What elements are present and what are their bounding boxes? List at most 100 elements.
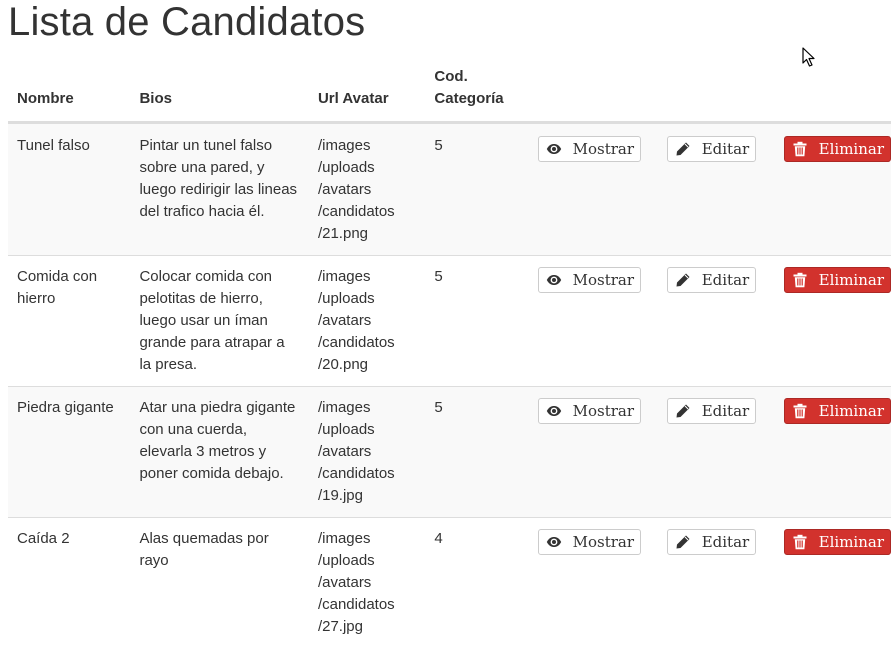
cell-action-show: Mostrar bbox=[520, 518, 649, 648]
header-bios: Bios bbox=[130, 62, 309, 123]
show-button[interactable]: Mostrar bbox=[538, 529, 641, 555]
cell-url-avatar: /images/uploads/avatars/candidatos/27.jp… bbox=[309, 518, 425, 648]
url-avatar-segment: /images bbox=[318, 266, 416, 288]
page-title: Lista de Candidatos bbox=[8, 0, 365, 46]
edit-button[interactable]: Editar bbox=[667, 267, 757, 293]
show-button-label: Mostrar bbox=[573, 400, 634, 422]
delete-button[interactable]: Eliminar bbox=[784, 398, 891, 424]
cell-cod-categoria: 4 bbox=[425, 518, 519, 648]
cell-nombre: Comida con hierro bbox=[8, 256, 130, 387]
trash-icon bbox=[792, 534, 808, 550]
trash-icon bbox=[792, 403, 808, 419]
delete-button-label: Eliminar bbox=[819, 269, 884, 291]
url-avatar-segment: /uploads bbox=[318, 550, 416, 572]
delete-button[interactable]: Eliminar bbox=[784, 267, 891, 293]
show-button-label: Mostrar bbox=[573, 138, 634, 160]
show-button[interactable]: Mostrar bbox=[538, 398, 641, 424]
url-avatar-segment: /uploads bbox=[318, 157, 416, 179]
eye-icon bbox=[546, 141, 562, 157]
delete-button[interactable]: Eliminar bbox=[784, 136, 891, 162]
url-avatar-segment: /candidatos bbox=[318, 594, 416, 616]
pencil-icon bbox=[675, 403, 691, 419]
url-avatar-segment: /candidatos bbox=[318, 201, 416, 223]
show-button[interactable]: Mostrar bbox=[538, 136, 641, 162]
delete-button-label: Eliminar bbox=[819, 400, 884, 422]
header-actions-delete bbox=[766, 62, 891, 123]
cell-action-delete: Eliminar bbox=[766, 387, 891, 518]
url-avatar-segment: /avatars bbox=[318, 179, 416, 201]
cell-nombre: Piedra gigante bbox=[8, 387, 130, 518]
edit-button-label: Editar bbox=[702, 400, 750, 422]
cell-action-edit: Editar bbox=[649, 387, 766, 518]
delete-button-label: Eliminar bbox=[819, 531, 884, 553]
cell-nombre: Caída 2 bbox=[8, 518, 130, 648]
edit-button[interactable]: Editar bbox=[667, 398, 757, 424]
url-avatar-segment: /images bbox=[318, 528, 416, 550]
trash-icon bbox=[792, 272, 808, 288]
url-avatar-segment: /27.jpg bbox=[318, 616, 416, 638]
url-avatar-segment: /21.png bbox=[318, 223, 416, 245]
edit-button[interactable]: Editar bbox=[667, 136, 757, 162]
cell-action-edit: Editar bbox=[649, 123, 766, 256]
cell-action-delete: Eliminar bbox=[766, 256, 891, 387]
cell-action-show: Mostrar bbox=[520, 387, 649, 518]
url-avatar-segment: /uploads bbox=[318, 419, 416, 441]
header-actions-show bbox=[520, 62, 649, 123]
cell-action-show: Mostrar bbox=[520, 256, 649, 387]
url-avatar-segment: /20.png bbox=[318, 354, 416, 376]
table-row: Comida con hierro Colocar comida con pel… bbox=[8, 256, 891, 387]
header-nombre: Nombre bbox=[8, 62, 130, 123]
cell-bios: Pintar un tunel falso sobre una pared, y… bbox=[130, 123, 309, 256]
cell-cod-categoria: 5 bbox=[425, 256, 519, 387]
cell-cod-categoria: 5 bbox=[425, 123, 519, 256]
trash-icon bbox=[792, 141, 808, 157]
url-avatar-segment: /uploads bbox=[318, 288, 416, 310]
header-cod-categoria-line2: Categoría bbox=[434, 88, 510, 110]
url-avatar-segment: /avatars bbox=[318, 572, 416, 594]
eye-icon bbox=[546, 403, 562, 419]
cell-url-avatar: /images/uploads/avatars/candidatos/21.pn… bbox=[309, 123, 425, 256]
header-url-avatar: Url Avatar bbox=[309, 62, 425, 123]
url-avatar-segment: /candidatos bbox=[318, 463, 416, 485]
url-avatar-segment: /candidatos bbox=[318, 332, 416, 354]
cell-bios: Alas quemadas por rayo bbox=[130, 518, 309, 648]
show-button-label: Mostrar bbox=[573, 531, 634, 553]
cell-action-delete: Eliminar bbox=[766, 518, 891, 648]
table-row: Tunel falso Pintar un tunel falso sobre … bbox=[8, 123, 891, 256]
pencil-icon bbox=[675, 141, 691, 157]
cell-nombre: Tunel falso bbox=[8, 123, 130, 256]
delete-button-label: Eliminar bbox=[819, 138, 884, 160]
cell-action-delete: Eliminar bbox=[766, 123, 891, 256]
cell-cod-categoria: 5 bbox=[425, 387, 519, 518]
cell-bios: Colocar comida con pelotitas de hierro, … bbox=[130, 256, 309, 387]
edit-button-label: Editar bbox=[702, 138, 750, 160]
header-cod-categoria: Cod. Categoría bbox=[425, 62, 519, 123]
eye-icon bbox=[546, 272, 562, 288]
cell-action-edit: Editar bbox=[649, 256, 766, 387]
url-avatar-segment: /avatars bbox=[318, 310, 416, 332]
edit-button[interactable]: Editar bbox=[667, 529, 757, 555]
cell-url-avatar: /images/uploads/avatars/candidatos/19.jp… bbox=[309, 387, 425, 518]
cell-action-show: Mostrar bbox=[520, 123, 649, 256]
cell-url-avatar: /images/uploads/avatars/candidatos/20.pn… bbox=[309, 256, 425, 387]
cell-action-edit: Editar bbox=[649, 518, 766, 648]
pencil-icon bbox=[675, 534, 691, 550]
candidates-table: Nombre Bios Url Avatar Cod. Categoría Tu… bbox=[8, 62, 891, 648]
url-avatar-segment: /avatars bbox=[318, 441, 416, 463]
url-avatar-segment: /images bbox=[318, 135, 416, 157]
show-button-label: Mostrar bbox=[573, 269, 634, 291]
table-header-row: Nombre Bios Url Avatar Cod. Categoría bbox=[8, 62, 891, 123]
table-row: Caída 2 Alas quemadas por rayo /images/u… bbox=[8, 518, 891, 648]
show-button[interactable]: Mostrar bbox=[538, 267, 641, 293]
eye-icon bbox=[546, 534, 562, 550]
header-actions-edit bbox=[649, 62, 766, 123]
url-avatar-segment: /images bbox=[318, 397, 416, 419]
delete-button[interactable]: Eliminar bbox=[784, 529, 891, 555]
cell-bios: Atar una piedra gigante con una cuerda, … bbox=[130, 387, 309, 518]
header-cod-categoria-line1: Cod. bbox=[434, 66, 510, 88]
table-row: Piedra gigante Atar una piedra gigante c… bbox=[8, 387, 891, 518]
edit-button-label: Editar bbox=[702, 269, 750, 291]
edit-button-label: Editar bbox=[702, 531, 750, 553]
pencil-icon bbox=[675, 272, 691, 288]
url-avatar-segment: /19.jpg bbox=[318, 485, 416, 507]
